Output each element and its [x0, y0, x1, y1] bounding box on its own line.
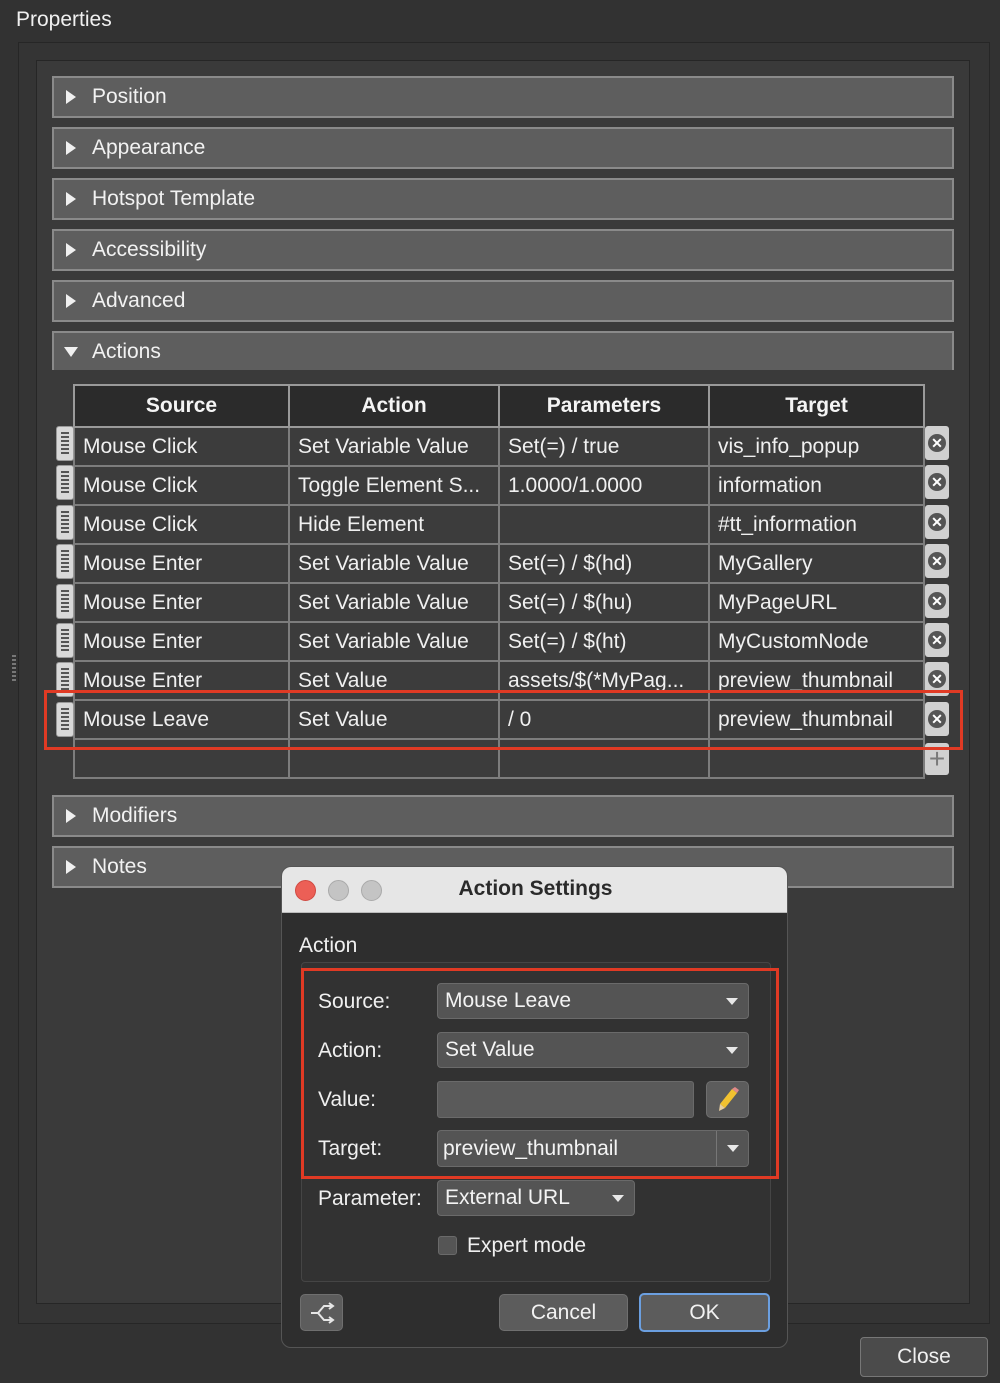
section-label: Notes	[92, 855, 147, 878]
cancel-button[interactable]: Cancel	[499, 1294, 628, 1331]
remove-icon: ✕	[928, 670, 946, 688]
highlight-box	[301, 968, 779, 1179]
splitter-handle[interactable]	[12, 655, 16, 683]
cell-parameters[interactable]: Set(=) / $(hu)	[498, 582, 710, 623]
table-row[interactable]: Mouse Enter Set Variable Value Set(=) / …	[73, 543, 925, 584]
drag-handle-icon[interactable]	[56, 505, 74, 540]
column-header-action[interactable]: Action	[288, 384, 500, 428]
section-label: Actions	[92, 340, 161, 363]
cell-target[interactable]: #tt_information	[708, 504, 925, 545]
delete-row-button[interactable]: ✕	[925, 426, 949, 460]
drag-handle-icon[interactable]	[56, 584, 74, 619]
remove-icon: ✕	[928, 552, 946, 570]
table-row[interactable]: Mouse Enter Set Variable Value Set(=) / …	[73, 582, 925, 623]
cell-parameters[interactable]: Set(=) / $(hd)	[498, 543, 710, 584]
cell-action[interactable]: Set Variable Value	[288, 543, 500, 584]
delete-row-button[interactable]: ✕	[925, 505, 949, 539]
highlight-box	[44, 690, 963, 750]
drag-handle-icon[interactable]	[56, 623, 74, 658]
expand-triangle-icon	[66, 809, 76, 823]
cell-action[interactable]: Set Variable Value	[288, 426, 500, 467]
window-title: Properties	[16, 8, 112, 31]
chevron-down-icon	[612, 1195, 624, 1202]
cell-source[interactable]: Mouse Enter	[73, 621, 290, 662]
column-header-target[interactable]: Target	[708, 384, 925, 428]
cell-target[interactable]: MyPageURL	[708, 582, 925, 623]
column-header-source[interactable]: Source	[73, 384, 290, 428]
section-advanced[interactable]: Advanced	[52, 280, 954, 322]
ok-button[interactable]: OK	[639, 1293, 770, 1332]
parameter-dropdown[interactable]: External URL	[437, 1180, 635, 1216]
section-accessibility[interactable]: Accessibility	[52, 229, 954, 271]
cell-action[interactable]: Set Variable Value	[288, 621, 500, 662]
parameter-label: Parameter:	[318, 1187, 422, 1210]
cell-action[interactable]: Hide Element	[288, 504, 500, 545]
section-hotspot-template[interactable]: Hotspot Template	[52, 178, 954, 220]
section-appearance[interactable]: Appearance	[52, 127, 954, 169]
cell-source[interactable]: Mouse Click	[73, 504, 290, 545]
expert-mode-label: Expert mode	[467, 1234, 587, 1257]
section-label: Position	[92, 85, 167, 108]
expert-mode-checkbox[interactable]	[438, 1236, 457, 1255]
cell-source[interactable]: Mouse Click	[73, 426, 290, 467]
remove-icon: ✕	[928, 592, 946, 610]
expand-triangle-icon	[66, 192, 76, 206]
delete-row-button[interactable]: ✕	[925, 623, 949, 657]
table-row[interactable]: Mouse Enter Set Variable Value Set(=) / …	[73, 621, 925, 662]
section-position[interactable]: Position	[52, 76, 954, 118]
expand-triangle-icon	[66, 243, 76, 257]
parameter-value: External URL	[445, 1186, 570, 1209]
expand-triangle-icon	[66, 294, 76, 308]
remove-icon: ✕	[928, 434, 946, 452]
section-modifiers[interactable]: Modifiers	[52, 795, 954, 837]
action-settings-dialog: Action Settings Action Source: Mouse Lea…	[281, 866, 788, 1348]
delete-row-button[interactable]: ✕	[925, 584, 949, 618]
flow-button[interactable]	[300, 1294, 343, 1331]
section-label: Appearance	[92, 136, 206, 159]
table-header-row: Source Action Parameters Target	[73, 384, 925, 428]
cell-parameters[interactable]: 1.0000/1.0000	[498, 465, 710, 506]
drag-handle-icon[interactable]	[56, 544, 74, 579]
collapse-triangle-icon	[64, 347, 78, 357]
expand-triangle-icon	[66, 141, 76, 155]
cell-parameters[interactable]: Set(=) / true	[498, 426, 710, 467]
cell-parameters[interactable]: Set(=) / $(ht)	[498, 621, 710, 662]
section-label: Accessibility	[92, 238, 207, 261]
table-row[interactable]: Mouse Click Toggle Element S... 1.0000/1…	[73, 465, 925, 506]
column-header-parameters[interactable]: Parameters	[498, 384, 710, 428]
remove-icon: ✕	[928, 473, 946, 491]
drag-handle-icon[interactable]	[56, 465, 74, 500]
cell-target[interactable]: MyCustomNode	[708, 621, 925, 662]
remove-icon: ✕	[928, 631, 946, 649]
cell-source[interactable]: Mouse Click	[73, 465, 290, 506]
table-row[interactable]: Mouse Click Set Variable Value Set(=) / …	[73, 426, 925, 467]
cell-source[interactable]: Mouse Enter	[73, 582, 290, 623]
cell-target[interactable]: vis_info_popup	[708, 426, 925, 467]
dialog-title: Action Settings	[458, 877, 613, 900]
dialog-titlebar: Action Settings	[282, 867, 787, 913]
cell-target[interactable]: information	[708, 465, 925, 506]
cell-target[interactable]: MyGallery	[708, 543, 925, 584]
expand-triangle-icon	[66, 860, 76, 874]
cell-source[interactable]: Mouse Enter	[73, 543, 290, 584]
branch-flow-icon	[310, 1301, 335, 1324]
cell-action[interactable]: Set Variable Value	[288, 582, 500, 623]
delete-row-button[interactable]: ✕	[925, 465, 949, 499]
section-label: Modifiers	[92, 804, 178, 827]
close-button[interactable]: Close	[860, 1337, 988, 1377]
table-row[interactable]: Mouse Click Hide Element #tt_information	[73, 504, 925, 545]
expand-triangle-icon	[66, 90, 76, 104]
remove-icon: ✕	[928, 513, 946, 531]
cell-parameters[interactable]	[498, 504, 710, 545]
cell-action[interactable]: Toggle Element S...	[288, 465, 500, 506]
section-actions[interactable]: Actions	[52, 331, 954, 373]
section-label: Hotspot Template	[92, 187, 256, 210]
delete-row-button[interactable]: ✕	[925, 544, 949, 578]
group-label: Action	[299, 934, 358, 957]
drag-handle-icon[interactable]	[56, 426, 74, 461]
section-label: Advanced	[92, 289, 186, 312]
